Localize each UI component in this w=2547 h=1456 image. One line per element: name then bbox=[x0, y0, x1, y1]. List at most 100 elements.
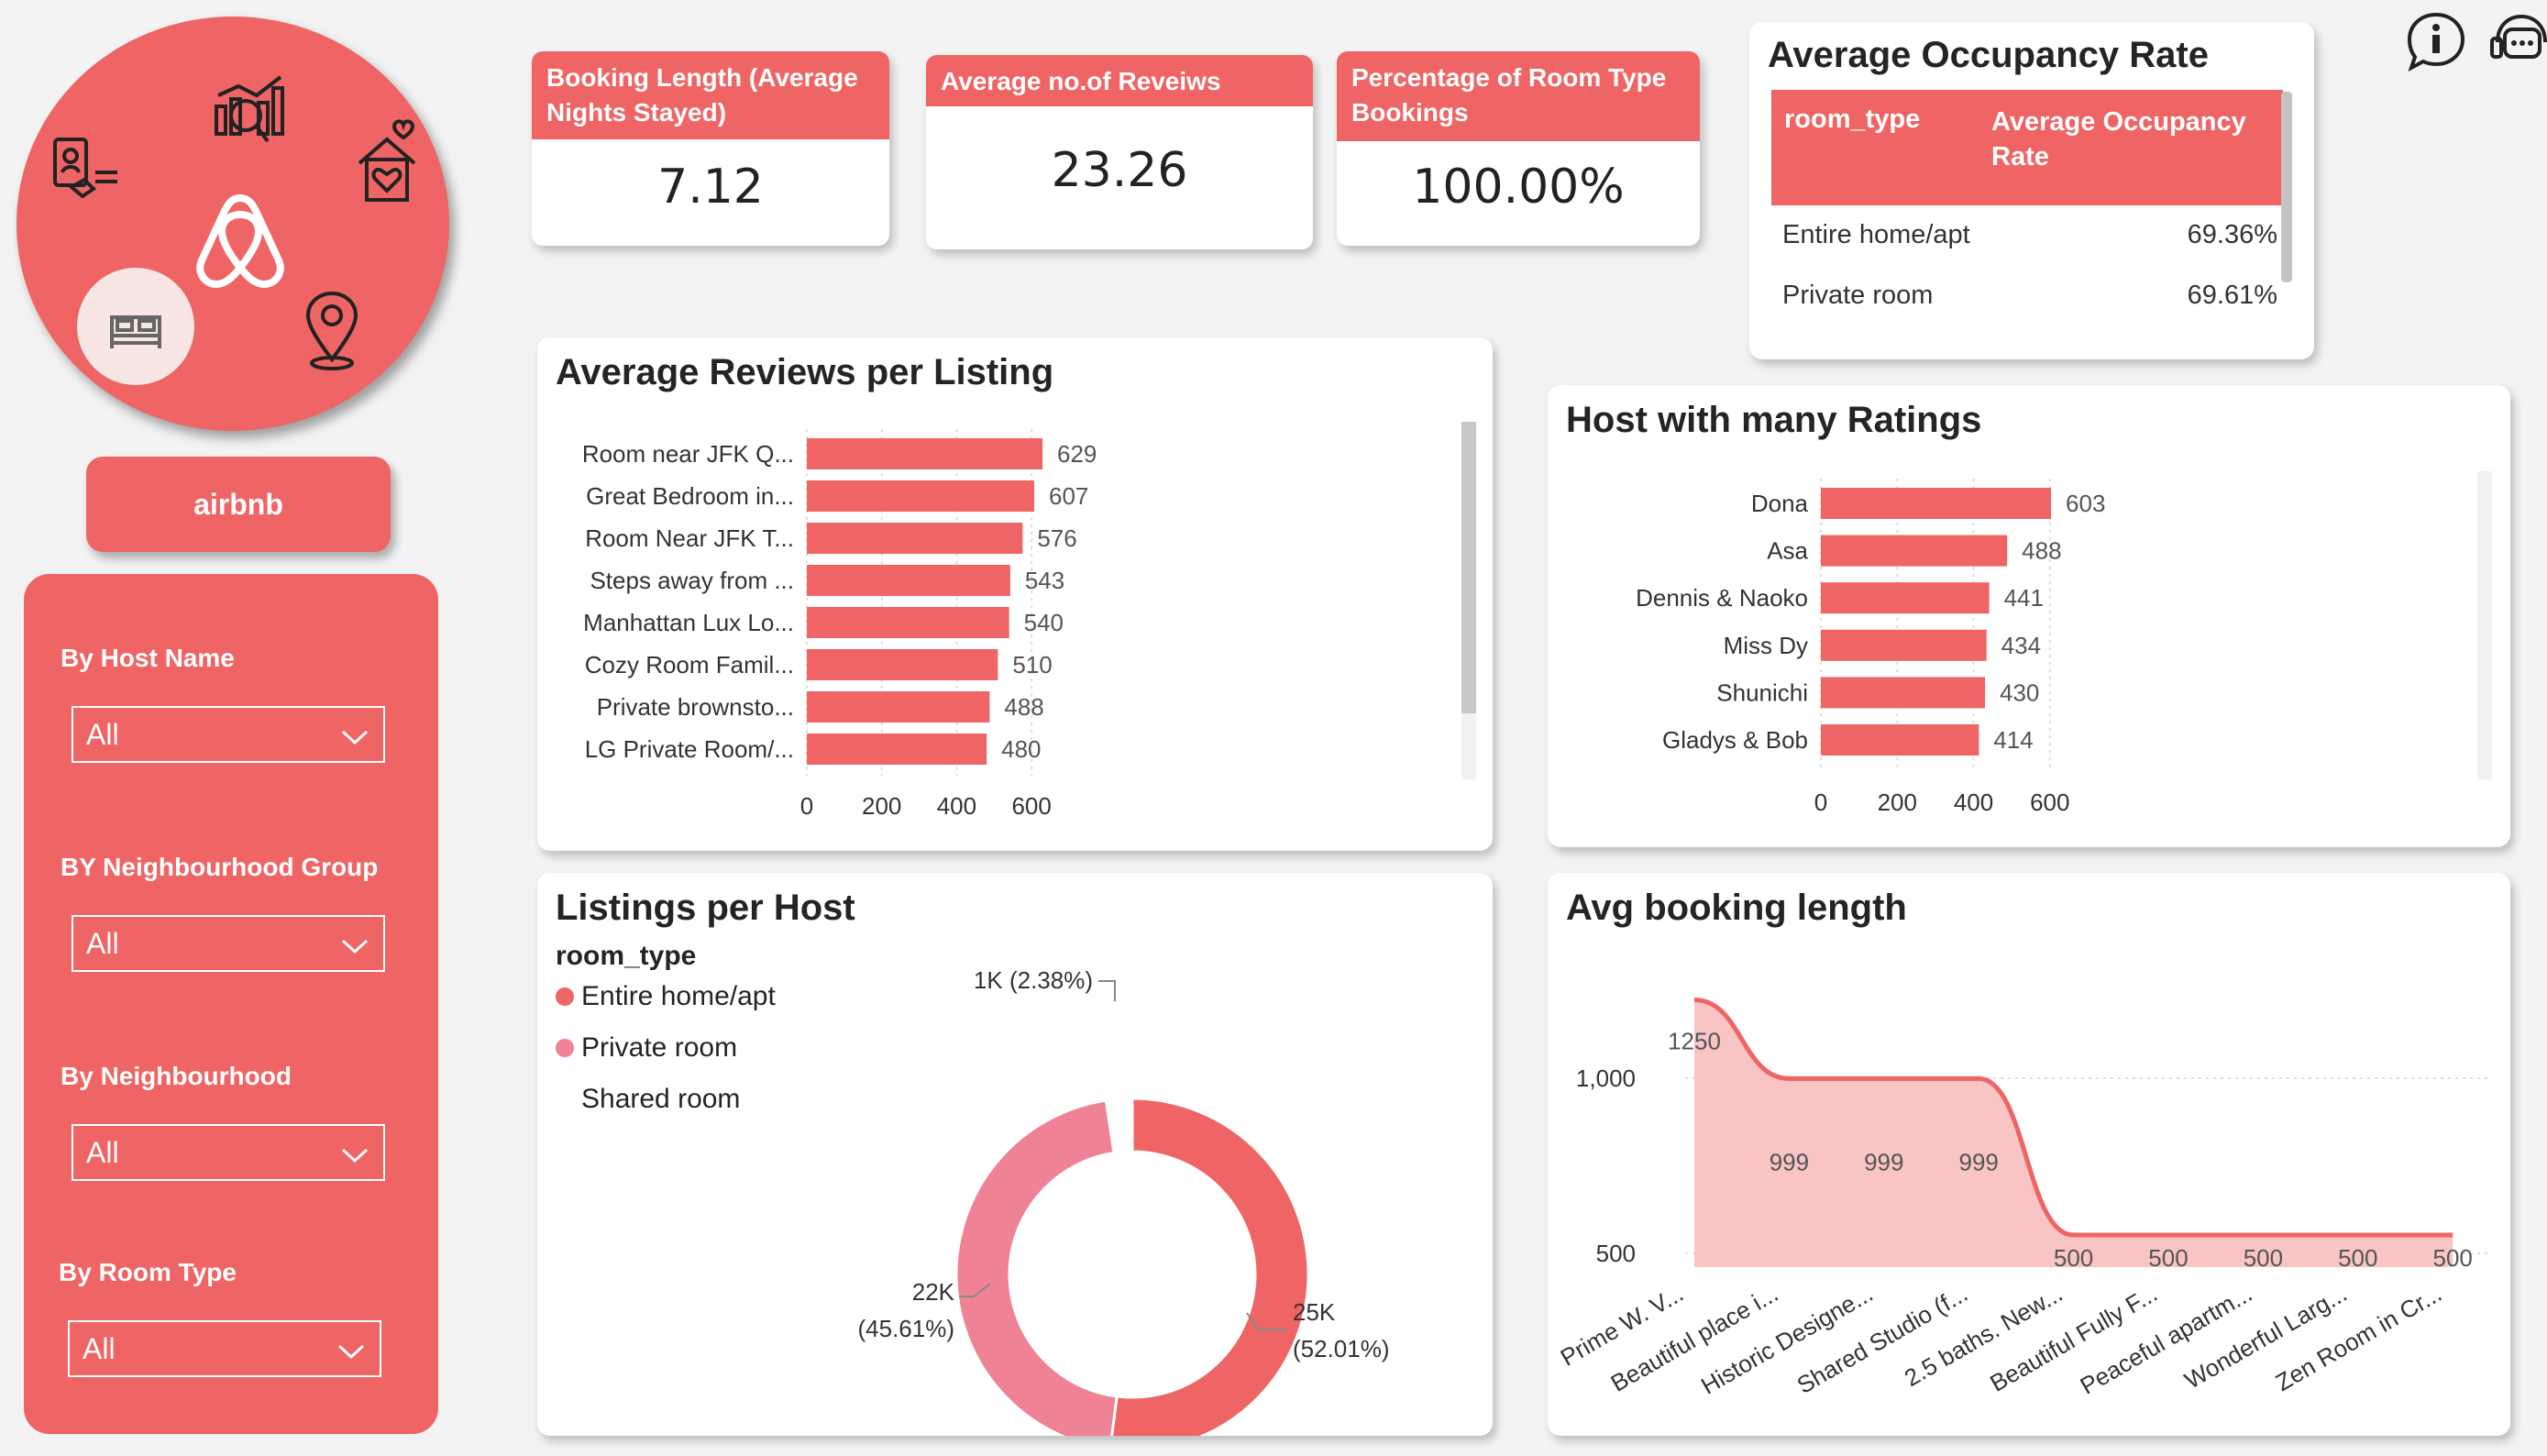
data-label: 999 bbox=[1959, 1148, 1999, 1175]
data-label: 441 bbox=[2004, 584, 2044, 612]
bar[interactable] bbox=[807, 734, 987, 765]
x-tick-label: Beautiful Fully F... bbox=[1985, 1279, 2162, 1397]
bar[interactable] bbox=[1821, 629, 1987, 661]
data-label: 488 bbox=[2022, 537, 2061, 565]
bar[interactable] bbox=[807, 565, 1010, 596]
data-label: 1250 bbox=[1668, 1028, 1721, 1055]
slice-label: (45.61%) bbox=[858, 1315, 955, 1342]
x-tick-label: 400 bbox=[937, 792, 976, 820]
x-tick-label: Shared Studio (f... bbox=[1792, 1279, 1972, 1399]
data-label: 500 bbox=[2148, 1244, 2188, 1272]
kpi-booking-length-title: Booking Length (Average Nights Stayed) bbox=[532, 51, 889, 139]
category-label: Private brownsto... bbox=[597, 693, 794, 721]
occupancy-card: Average Occupancy Rate room_type Average… bbox=[1749, 22, 2314, 359]
kpi-pct-room-type-title: Percentage of Room Type Bookings bbox=[1337, 51, 1700, 141]
bar[interactable] bbox=[807, 438, 1042, 469]
data-label: 500 bbox=[2338, 1244, 2377, 1272]
x-tick-label: Wonderful Larg... bbox=[2179, 1279, 2351, 1394]
area-fill bbox=[1694, 999, 2453, 1267]
data-label: 510 bbox=[1012, 651, 1052, 678]
category-label: Room near JFK Q... bbox=[582, 440, 794, 468]
category-label: Great Bedroom in... bbox=[586, 482, 794, 510]
x-tick-label: 200 bbox=[862, 792, 901, 820]
filter-label-neighbourhood: By Neighbourhood bbox=[61, 1062, 292, 1090]
data-label: 603 bbox=[2066, 490, 2105, 517]
house-heart-icon bbox=[358, 119, 416, 202]
airbnb-logo-icon bbox=[196, 194, 284, 288]
donut-slice[interactable] bbox=[1110, 1097, 1310, 1436]
hosts-scroll-track bbox=[2477, 471, 2492, 779]
booking-area-chart: 5001,0001250999 999 999500 500 500 500 500Prim… bbox=[1556, 998, 2492, 1400]
bed-icon-highlight bbox=[77, 268, 194, 385]
chevron-down-icon bbox=[341, 939, 369, 954]
category-label: Room Near JFK T... bbox=[585, 524, 794, 552]
neighbourhood-dropdown[interactable]: All bbox=[72, 1124, 385, 1181]
bar[interactable] bbox=[1821, 535, 2008, 567]
hosts-card: Host with many Ratings 0 200 400 600 Dona 603… bbox=[1548, 385, 2510, 847]
data-label: 576 bbox=[1037, 524, 1076, 552]
support-headset-icon[interactable] bbox=[2488, 9, 2547, 73]
data-label: 414 bbox=[1993, 726, 2033, 754]
slice-label: (52.01%) bbox=[1293, 1335, 1390, 1362]
x-tick-label: Beautiful place i... bbox=[1606, 1279, 1783, 1397]
bar[interactable] bbox=[807, 607, 1009, 638]
data-label: 488 bbox=[1004, 693, 1043, 721]
chevron-down-icon bbox=[341, 1148, 369, 1164]
x-tick-label: 600 bbox=[1011, 792, 1051, 820]
x-tick-label: Historic Designe... bbox=[1696, 1279, 1878, 1399]
data-label: 500 bbox=[2244, 1244, 2283, 1272]
listings-donut-chart: 25K (52.01%) 22K (45.61%) 1K (2.38%) bbox=[858, 966, 1390, 1436]
logo-circle bbox=[17, 17, 449, 431]
bar[interactable] bbox=[1821, 677, 1986, 709]
reviews-scrollbar[interactable] bbox=[1461, 422, 1476, 713]
kpi-pct-room-type-value: 100.00% bbox=[1412, 160, 1625, 215]
bar[interactable] bbox=[807, 691, 990, 722]
hosts-bar-chart: 0 200 400 600 Dona 603 Asa 488 Dennis & Naoko 441… bbox=[1636, 479, 2105, 816]
room-type-dropdown[interactable]: All bbox=[68, 1320, 381, 1377]
x-tick-label: 0 bbox=[800, 792, 813, 820]
data-label: 999 bbox=[1864, 1148, 1903, 1175]
occupancy-col-rate: Average Occupancy Rate bbox=[1991, 107, 2246, 171]
id-card-icon bbox=[53, 138, 117, 199]
y-tick-label: 500 bbox=[1596, 1240, 1636, 1267]
occupancy-scrollbar[interactable] bbox=[2281, 92, 2292, 282]
info-chat-icon[interactable] bbox=[2404, 9, 2468, 73]
occupancy-title: Average Occupancy Rate bbox=[1768, 35, 2209, 75]
data-label: 540 bbox=[1024, 609, 1064, 636]
airbnb-button[interactable]: airbnb bbox=[86, 457, 391, 552]
reviews-card: Average Reviews per Listing 0 200 400 600 Ro… bbox=[537, 337, 1493, 851]
donut-slice[interactable] bbox=[954, 1098, 1119, 1436]
occupancy-rate: 69.36% bbox=[2187, 220, 2277, 249]
category-label: Manhattan Lux Lo... bbox=[583, 609, 794, 636]
bar[interactable] bbox=[1821, 724, 1979, 756]
x-tick-label: 0 bbox=[1814, 789, 1827, 816]
data-label: 480 bbox=[1001, 735, 1041, 763]
bar[interactable] bbox=[1821, 582, 1990, 614]
category-label: Steps away from ... bbox=[590, 567, 794, 594]
booking-card: Avg booking length 500 1,000 1250 999 999 999… bbox=[1548, 873, 2510, 1436]
bar[interactable] bbox=[807, 523, 1023, 554]
reviews-bar-chart: 0 200 400 600 Room near JFK Q... 629 Great Bed… bbox=[582, 429, 1097, 820]
data-label: 500 bbox=[2433, 1244, 2473, 1272]
data-label: 543 bbox=[1025, 567, 1064, 594]
slice-label: 25K bbox=[1293, 1298, 1336, 1326]
category-label: Shunichi bbox=[1716, 678, 1808, 706]
neighbourhood-group-dropdown[interactable]: All bbox=[72, 915, 385, 972]
data-label: 999 bbox=[1770, 1148, 1809, 1175]
kpi-pct-room-type: Percentage of Room Type Bookings 100.00% bbox=[1337, 51, 1700, 246]
bar[interactable] bbox=[807, 480, 1035, 512]
host-name-dropdown[interactable]: All bbox=[72, 706, 385, 763]
leader-line bbox=[1098, 980, 1116, 1001]
listings-card: Listings per Host room_type Entire home/… bbox=[537, 873, 1493, 1436]
category-label: Gladys & Bob bbox=[1662, 726, 1808, 754]
bar[interactable] bbox=[807, 649, 998, 680]
occupancy-rate: 69.61% bbox=[2187, 281, 2277, 310]
bar[interactable] bbox=[1821, 488, 2052, 519]
x-tick-label: 600 bbox=[2030, 789, 2069, 816]
category-label: LG Private Room/... bbox=[585, 735, 794, 763]
category-label: Miss Dy bbox=[1724, 632, 1808, 659]
room-type-value: All bbox=[83, 1331, 116, 1365]
kpi-booking-length-value: 7.12 bbox=[657, 160, 764, 215]
data-label: 607 bbox=[1049, 482, 1088, 510]
filter-label-host-name: By Host Name bbox=[61, 644, 235, 672]
